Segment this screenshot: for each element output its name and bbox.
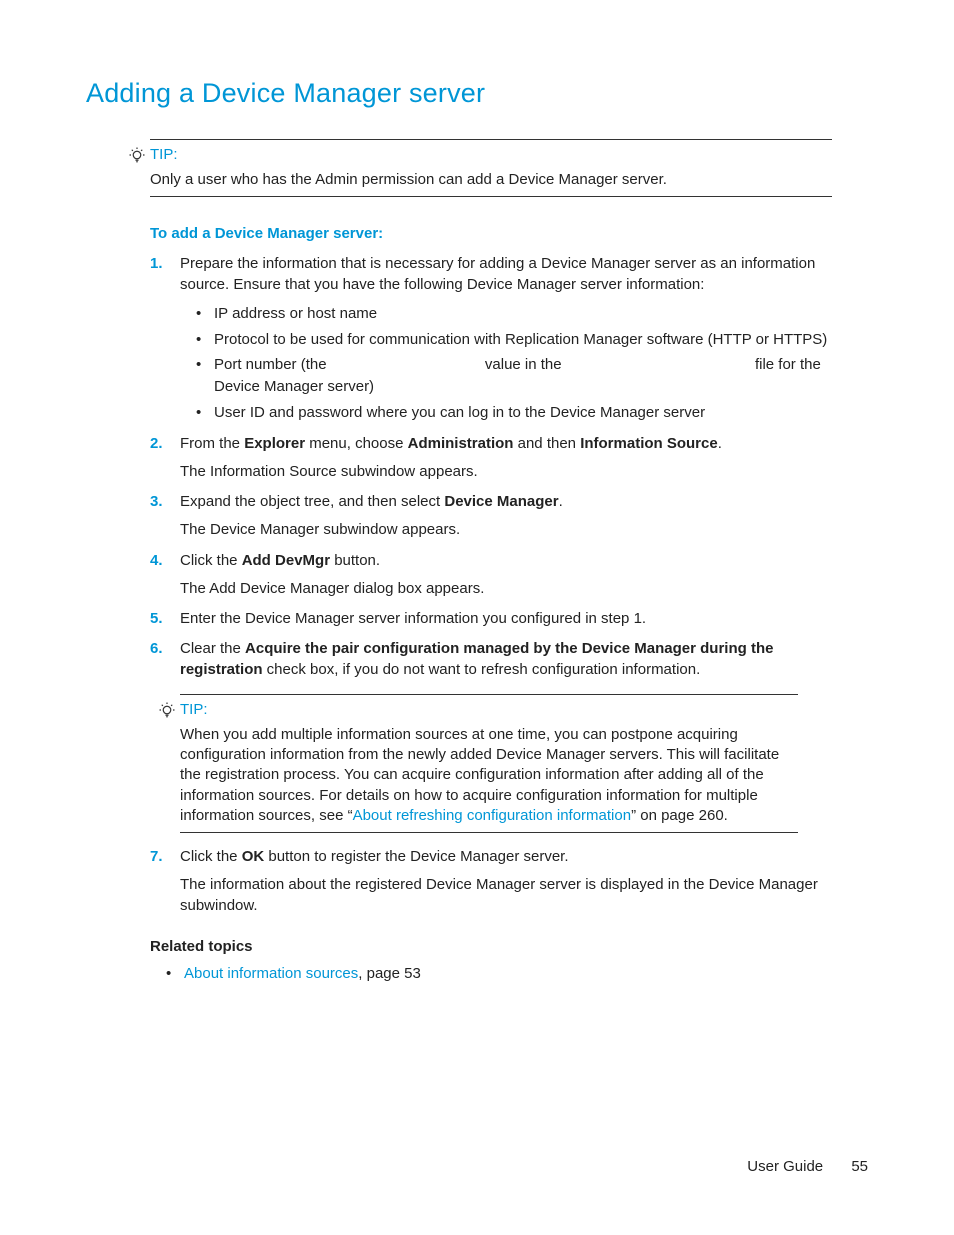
tip-body: When you add multiple information source… bbox=[180, 725, 798, 826]
procedure-heading: To add a Device Manager server: bbox=[150, 225, 868, 242]
step-result: The Add Device Manager dialog box appear… bbox=[180, 579, 832, 599]
list-item: User ID and password where you can log i… bbox=[196, 402, 832, 424]
step-2: From the Explorer menu, choose Administr… bbox=[150, 434, 832, 483]
step-result: The Device Manager subwindow appears. bbox=[180, 520, 832, 540]
text-fragment: Click the bbox=[180, 848, 242, 865]
step-6: Clear the Acquire the pair configuration… bbox=[150, 639, 832, 680]
tip-block-1: TIP: Only a user who has the Admin permi… bbox=[150, 139, 832, 197]
page-title: Adding a Device Manager server bbox=[86, 78, 868, 109]
related-topics-heading: Related topics bbox=[150, 938, 868, 955]
list-item: About information sources, page 53 bbox=[166, 963, 868, 984]
divider bbox=[150, 196, 832, 197]
text-fragment: button to register the Device Manager se… bbox=[264, 848, 568, 865]
tip-block-2: TIP: When you add multiple information s… bbox=[180, 694, 798, 833]
text-fragment: ” on page 260. bbox=[631, 807, 728, 824]
step-4: Click the Add DevMgr button. The Add Dev… bbox=[150, 551, 832, 600]
step-text: Prepare the information that is necessar… bbox=[180, 255, 815, 292]
step-7: Click the OK button to register the Devi… bbox=[150, 847, 832, 916]
page-number: 55 bbox=[851, 1158, 868, 1175]
step-5: Enter the Device Manager server informat… bbox=[150, 609, 832, 629]
page-footer: User Guide 55 bbox=[747, 1158, 868, 1175]
step-result: The Information Source subwindow appears… bbox=[180, 462, 832, 482]
bold-text: Information Source bbox=[580, 435, 718, 452]
tip-icon bbox=[128, 146, 146, 164]
cross-reference-link[interactable]: About information sources bbox=[184, 965, 358, 982]
step-text: Enter the Device Manager server informat… bbox=[180, 610, 646, 627]
text-fragment: Click the bbox=[180, 552, 242, 569]
text-fragment: Clear the bbox=[180, 640, 245, 657]
text-fragment: value in the bbox=[485, 356, 566, 373]
related-topics-list: About information sources, page 53 bbox=[166, 963, 868, 984]
divider bbox=[150, 139, 832, 140]
text-fragment: . bbox=[718, 435, 722, 452]
tip-icon bbox=[158, 701, 176, 719]
bold-text: OK bbox=[242, 848, 265, 865]
list-item: IP address or host name bbox=[196, 303, 832, 325]
footer-label: User Guide bbox=[747, 1158, 823, 1175]
cross-reference-link[interactable]: About refreshing configuration informati… bbox=[353, 807, 632, 824]
bold-text: Explorer bbox=[244, 435, 305, 452]
text-fragment: Port number (the bbox=[214, 356, 331, 373]
list-item: Protocol to be used for communication wi… bbox=[196, 329, 832, 351]
tip-body: Only a user who has the Admin permission… bbox=[150, 170, 832, 190]
bold-text: Administration bbox=[408, 435, 514, 452]
text-fragment: From the bbox=[180, 435, 244, 452]
tip-header: TIP: bbox=[128, 146, 832, 164]
step-3: Expand the object tree, and then select … bbox=[150, 492, 832, 541]
bold-text: Add DevMgr bbox=[242, 552, 330, 569]
text-fragment: Expand the object tree, and then select bbox=[180, 493, 444, 510]
step-1-sublist: IP address or host name Protocol to be u… bbox=[196, 303, 832, 424]
tip-label: TIP: bbox=[150, 146, 178, 163]
tip-label: TIP: bbox=[180, 701, 208, 718]
divider bbox=[180, 832, 798, 833]
text-fragment: . bbox=[559, 493, 563, 510]
procedure-steps: Prepare the information that is necessar… bbox=[150, 254, 832, 680]
page-container: Adding a Device Manager server TIP: Only… bbox=[0, 0, 954, 1235]
text-fragment: and then bbox=[513, 435, 580, 452]
text-fragment: button. bbox=[330, 552, 380, 569]
procedure-steps-cont: Click the OK button to register the Devi… bbox=[150, 847, 832, 916]
text-fragment: menu, choose bbox=[305, 435, 408, 452]
bold-text: Device Manager bbox=[444, 493, 558, 510]
text-fragment: check box, if you do not want to refresh… bbox=[263, 661, 701, 678]
step-result: The information about the registered Dev… bbox=[180, 875, 832, 916]
text-fragment: , page 53 bbox=[358, 965, 421, 982]
list-item: Port number (the value in the file for t… bbox=[196, 354, 832, 398]
step-1: Prepare the information that is necessar… bbox=[150, 254, 832, 423]
divider bbox=[180, 694, 798, 695]
tip-header: TIP: bbox=[158, 701, 798, 719]
